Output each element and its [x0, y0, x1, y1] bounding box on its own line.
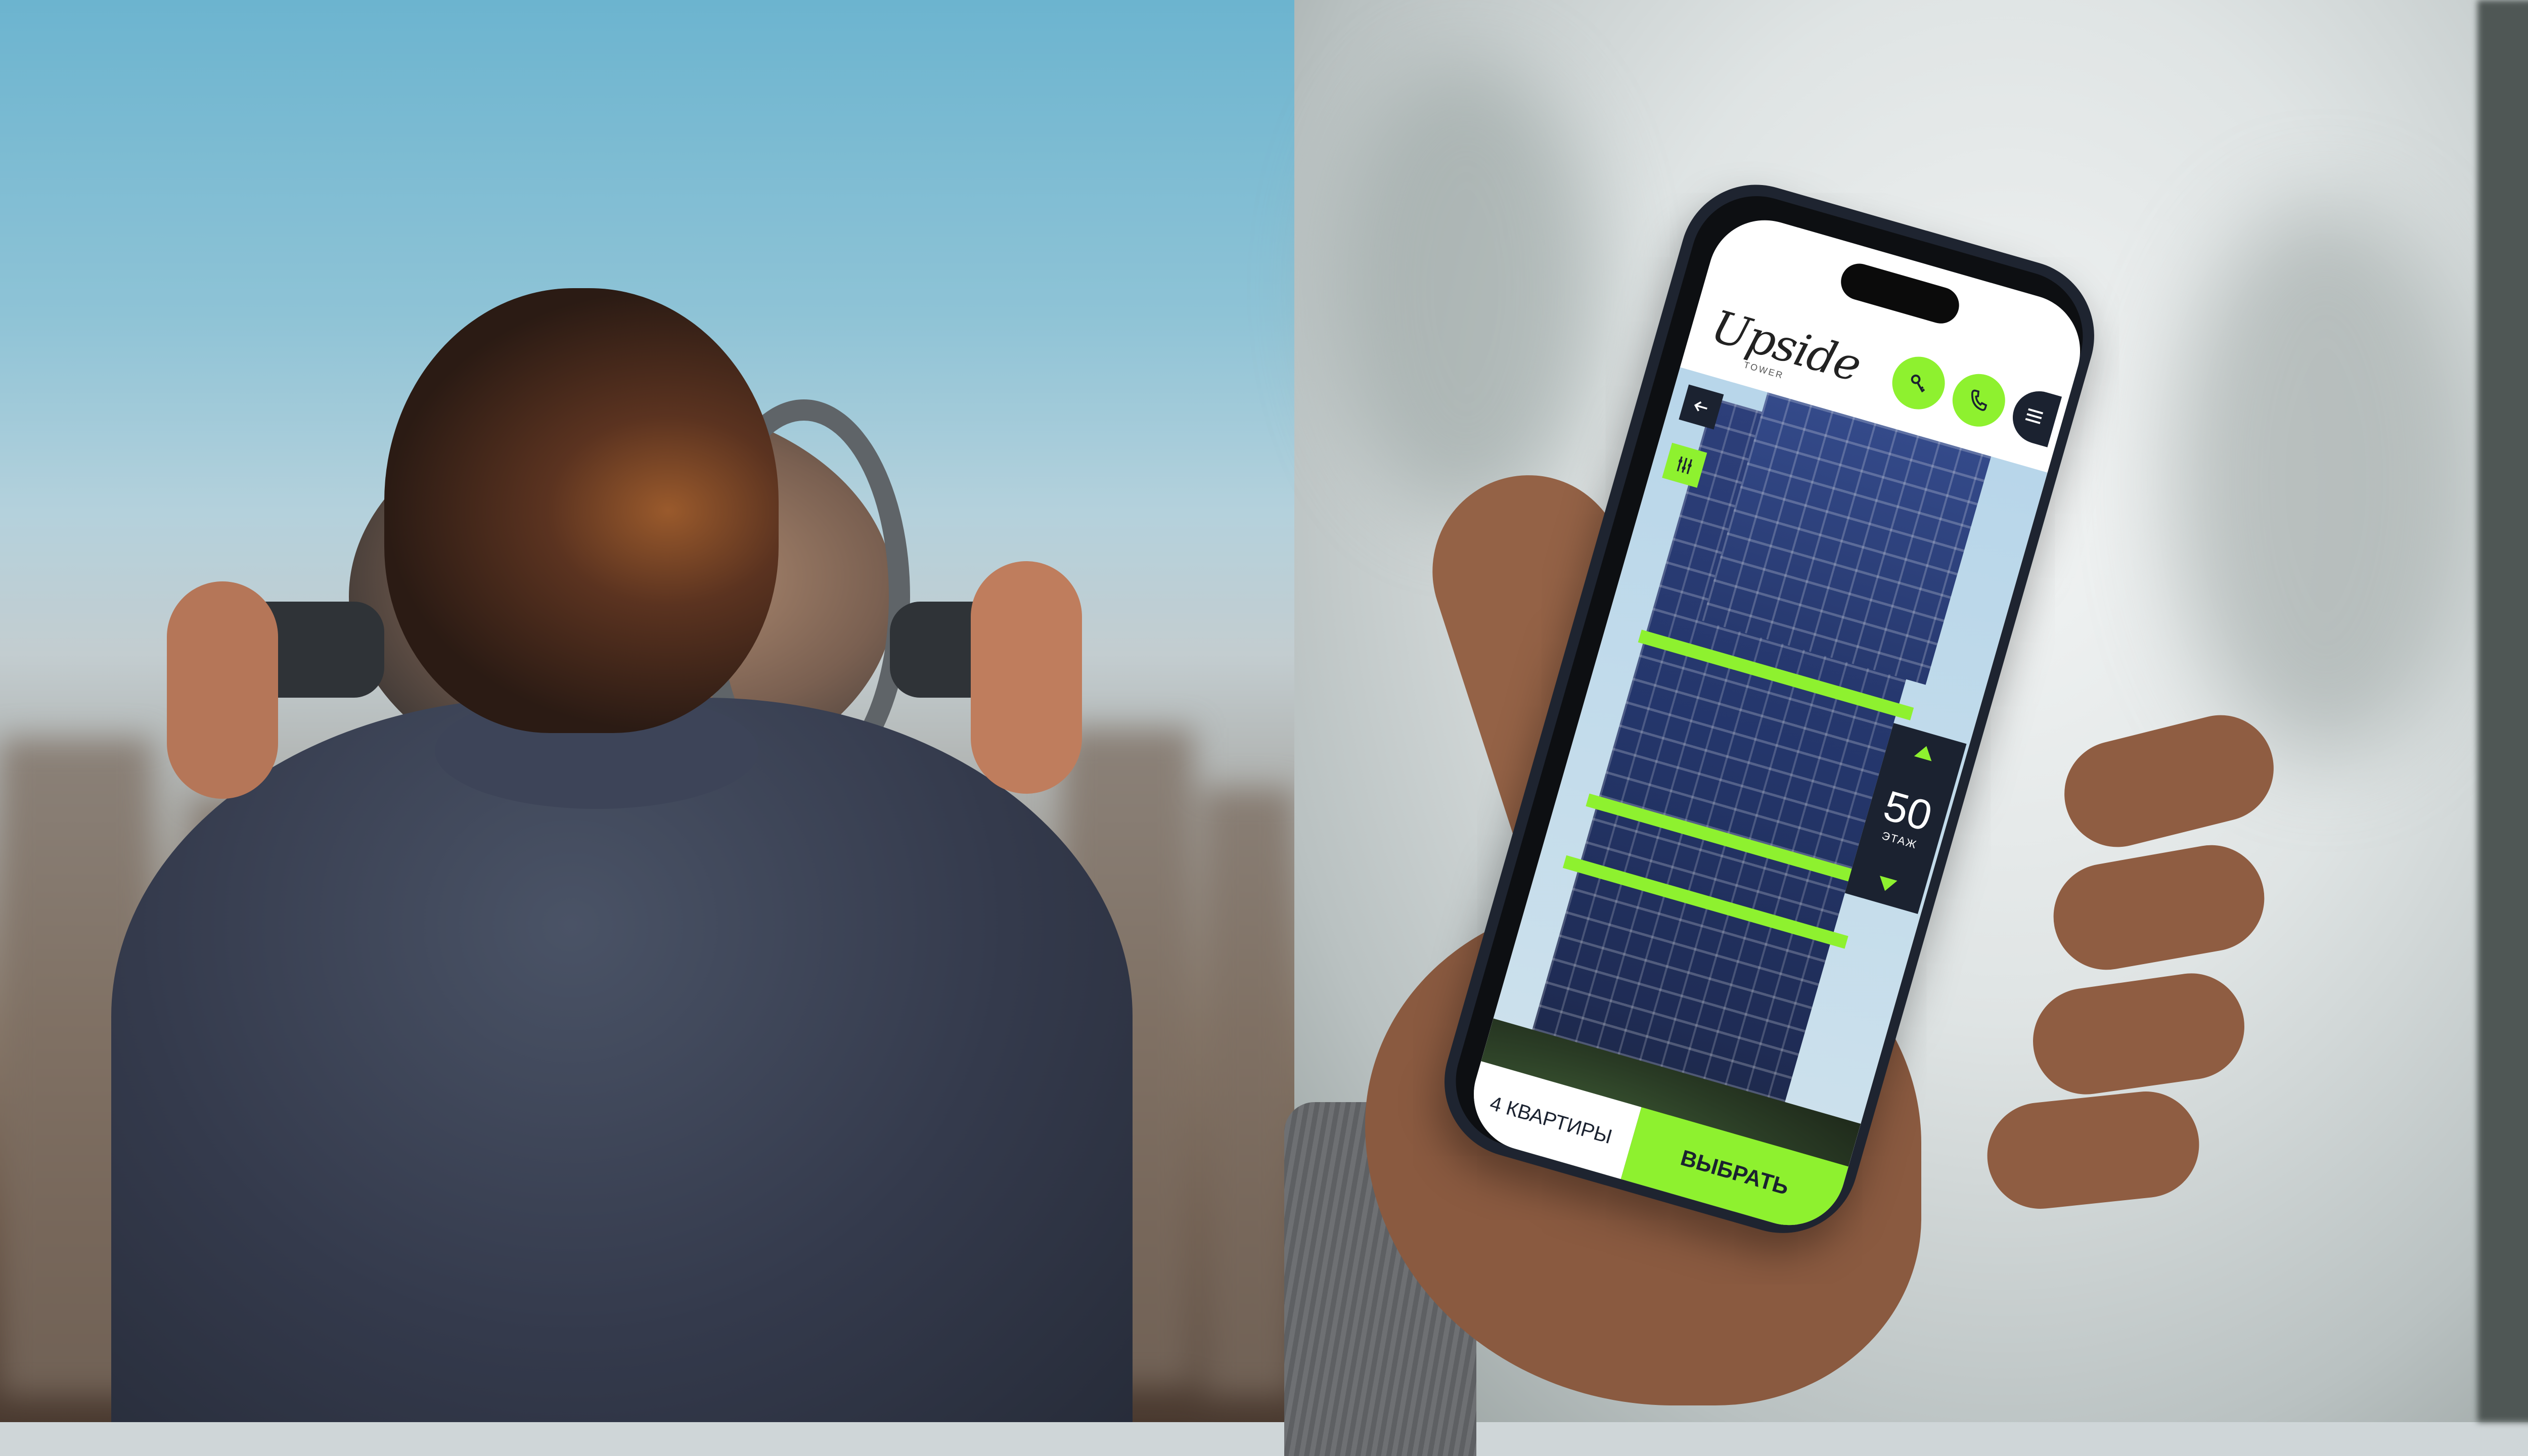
key-button[interactable]: [1886, 350, 1951, 416]
child-hand-left: [167, 581, 278, 799]
menu-icon: [2025, 408, 2044, 424]
background-blur: [2174, 202, 2477, 758]
window-frame: [2477, 0, 2528, 1422]
floor-number: 50: [1878, 781, 1937, 840]
background-blur: [1335, 61, 1598, 516]
menu-button[interactable]: [2006, 385, 2062, 447]
phone-icon: [1971, 389, 1988, 411]
floor-up-arrow[interactable]: [1914, 743, 1935, 761]
floor-down-arrow[interactable]: [1876, 876, 1898, 894]
key-icon: [1911, 374, 1925, 393]
child-hand-right: [971, 561, 1082, 794]
brand-logo[interactable]: Upside: [1706, 300, 1866, 392]
call-button[interactable]: [1946, 368, 2012, 433]
arrow-left-icon: [1694, 401, 1707, 412]
photo-boy-binoculars: [0, 0, 1294, 1422]
filter-sliders-icon: [1677, 456, 1693, 474]
child-head: [384, 288, 779, 733]
